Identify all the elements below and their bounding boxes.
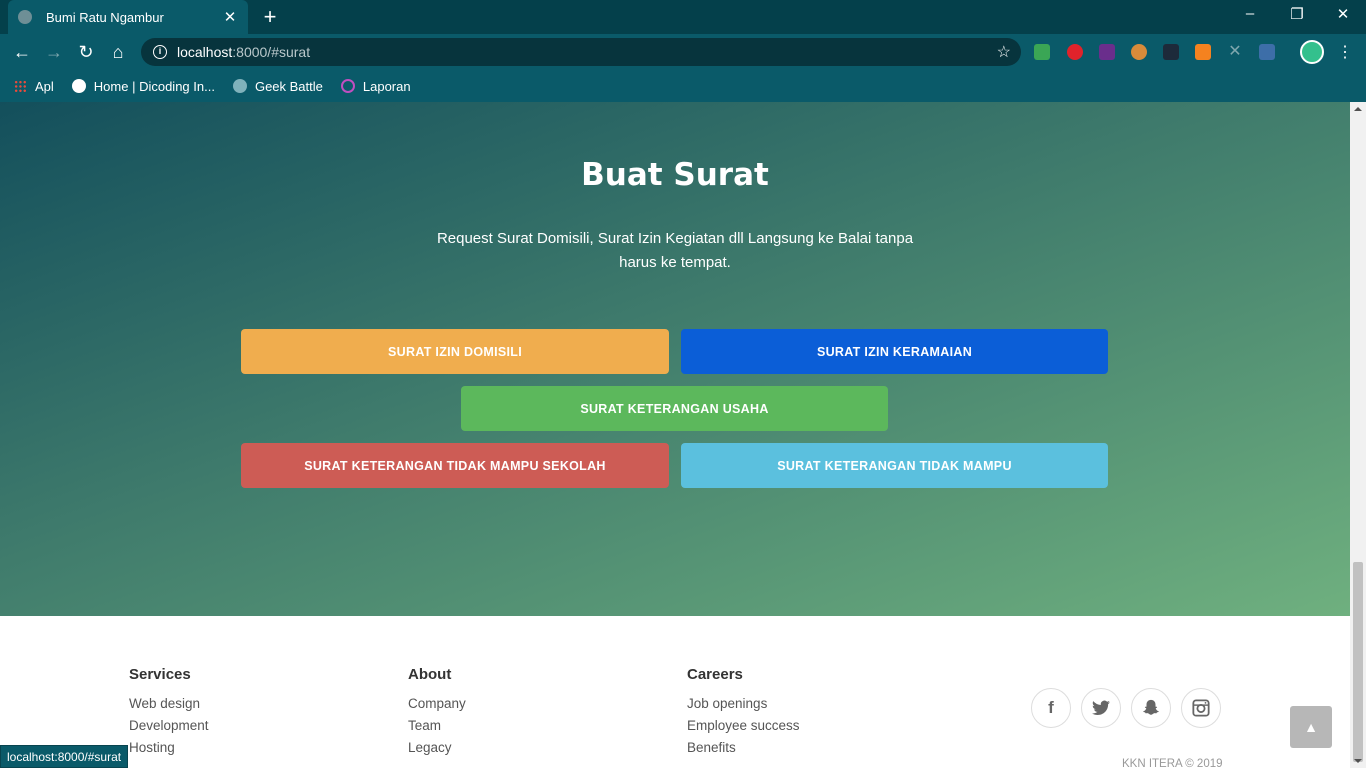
extension-icon[interactable]: ✕	[1227, 44, 1243, 60]
browser-tab-strip: Bumi Ratu Ngambur ✕ + – ❐ ✕	[0, 0, 1366, 34]
footer-heading: About	[408, 666, 452, 683]
extension-icon[interactable]	[1099, 44, 1115, 60]
footer-link[interactable]: Web design	[129, 693, 209, 715]
tab-title: Bumi Ratu Ngambur	[46, 9, 164, 25]
footer-link[interactable]: Legacy	[408, 737, 466, 759]
surat-keterangan-usaha-button[interactable]: SURAT KETERANGAN USAHA	[461, 386, 888, 431]
bookmark-label: Home | Dicoding In...	[93, 78, 215, 94]
globe-icon	[232, 79, 247, 93]
copyright-text: KKN ITERA © 2019	[1122, 758, 1223, 768]
close-tab-icon[interactable]: ✕	[222, 8, 238, 26]
surat-izin-keramaian-button[interactable]: SURAT IZIN KERAMAIAN	[681, 329, 1108, 374]
surat-keterangan-tidak-mampu-sekolah-button[interactable]: SURAT KETERANGAN TIDAK MAMPU SEKOLAH	[241, 443, 669, 488]
footer-link[interactable]: Company	[408, 693, 466, 715]
url-host: localhost	[177, 44, 233, 60]
bookmark-apps[interactable]: Apl	[14, 79, 54, 94]
extension-icon[interactable]	[1131, 44, 1147, 60]
address-bar[interactable]: i localhost:8000/#surat ☆	[141, 38, 1021, 66]
scrollbar-thumb[interactable]	[1353, 562, 1363, 762]
footer-link[interactable]: Team	[408, 715, 466, 737]
rss-icon[interactable]	[1195, 44, 1211, 60]
bookmark-label: Laporan	[362, 78, 411, 94]
footer-heading: Careers	[687, 666, 743, 683]
new-tab-button[interactable]: +	[260, 6, 280, 28]
home-button[interactable]: ⌂	[106, 40, 130, 64]
reload-button[interactable]: ↻	[74, 40, 98, 64]
menu-icon[interactable]: ⋮	[1337, 42, 1353, 62]
apps-grid-icon	[14, 79, 27, 93]
bookmark-laporan[interactable]: Laporan	[340, 78, 411, 94]
footer-column-services: Services Web design Development Hosting	[129, 666, 209, 759]
extension-icon[interactable]	[1067, 44, 1083, 60]
url-path: :8000/#surat	[232, 44, 311, 60]
page-scrollbar[interactable]	[1350, 102, 1366, 768]
profile-avatar[interactable]	[1300, 40, 1324, 64]
section-description: Request Surat Domisili, Surat Izin Kegia…	[436, 230, 914, 271]
minimize-button[interactable]: –	[1240, 5, 1260, 22]
footer-link[interactable]: Job openings	[687, 693, 800, 715]
page-viewport: Buat Surat Request Surat Domisili, Surat…	[0, 102, 1350, 768]
surat-section: Buat Surat Request Surat Domisili, Surat…	[0, 102, 1350, 616]
info-icon[interactable]: i	[153, 45, 167, 59]
extension-icon[interactable]	[1163, 44, 1179, 60]
twitter-icon[interactable]	[1081, 688, 1121, 728]
dicoding-icon	[71, 79, 86, 93]
footer-link[interactable]: Employee success	[687, 715, 800, 737]
footer-heading: Services	[129, 666, 191, 683]
footer-link[interactable]: Development	[129, 715, 209, 737]
footer-column-about: About Company Team Legacy	[408, 666, 466, 759]
restore-button[interactable]: ❐	[1287, 5, 1307, 23]
bookmark-dicoding[interactable]: Home | Dicoding In...	[71, 78, 215, 94]
circle-icon	[340, 79, 355, 93]
scroll-to-top-button[interactable]: ▲	[1290, 706, 1332, 748]
bookmark-geek-battle[interactable]: Geek Battle	[232, 78, 323, 94]
globe-icon	[18, 10, 32, 24]
bookmarks-bar: Apl Home | Dicoding In... Geek Battle La…	[0, 70, 1366, 102]
page-footer: Services Web design Development Hosting …	[0, 616, 1350, 768]
bookmark-label: Apl	[35, 78, 54, 94]
forward-button[interactable]: →	[42, 40, 66, 64]
bookmark-star-icon[interactable]: ☆	[997, 42, 1011, 62]
back-button[interactable]: ←	[10, 40, 34, 64]
facebook-icon[interactable]: f	[1031, 688, 1071, 728]
footer-link[interactable]: Hosting	[129, 737, 209, 759]
bookmark-label: Geek Battle	[254, 78, 323, 94]
footer-link[interactable]: Benefits	[687, 737, 800, 759]
footer-column-careers: Careers Job openings Employee success Be…	[687, 666, 800, 759]
instagram-icon[interactable]	[1181, 688, 1221, 728]
extension-icon[interactable]	[1034, 44, 1050, 60]
surat-izin-domisili-button[interactable]: SURAT IZIN DOMISILI	[241, 329, 669, 374]
snapchat-icon[interactable]	[1131, 688, 1171, 728]
browser-tab[interactable]: Bumi Ratu Ngambur ✕	[8, 0, 248, 34]
extension-icon[interactable]	[1259, 44, 1275, 60]
status-url: localhost:8000/#surat	[0, 745, 129, 768]
section-title: Buat Surat	[581, 157, 769, 193]
scroll-down-arrow-icon[interactable]	[1354, 759, 1362, 763]
close-window-button[interactable]: ✕	[1333, 5, 1353, 23]
scroll-up-arrow-icon[interactable]	[1354, 107, 1362, 111]
surat-keterangan-tidak-mampu-button[interactable]: SURAT KETERANGAN TIDAK MAMPU	[681, 443, 1108, 488]
